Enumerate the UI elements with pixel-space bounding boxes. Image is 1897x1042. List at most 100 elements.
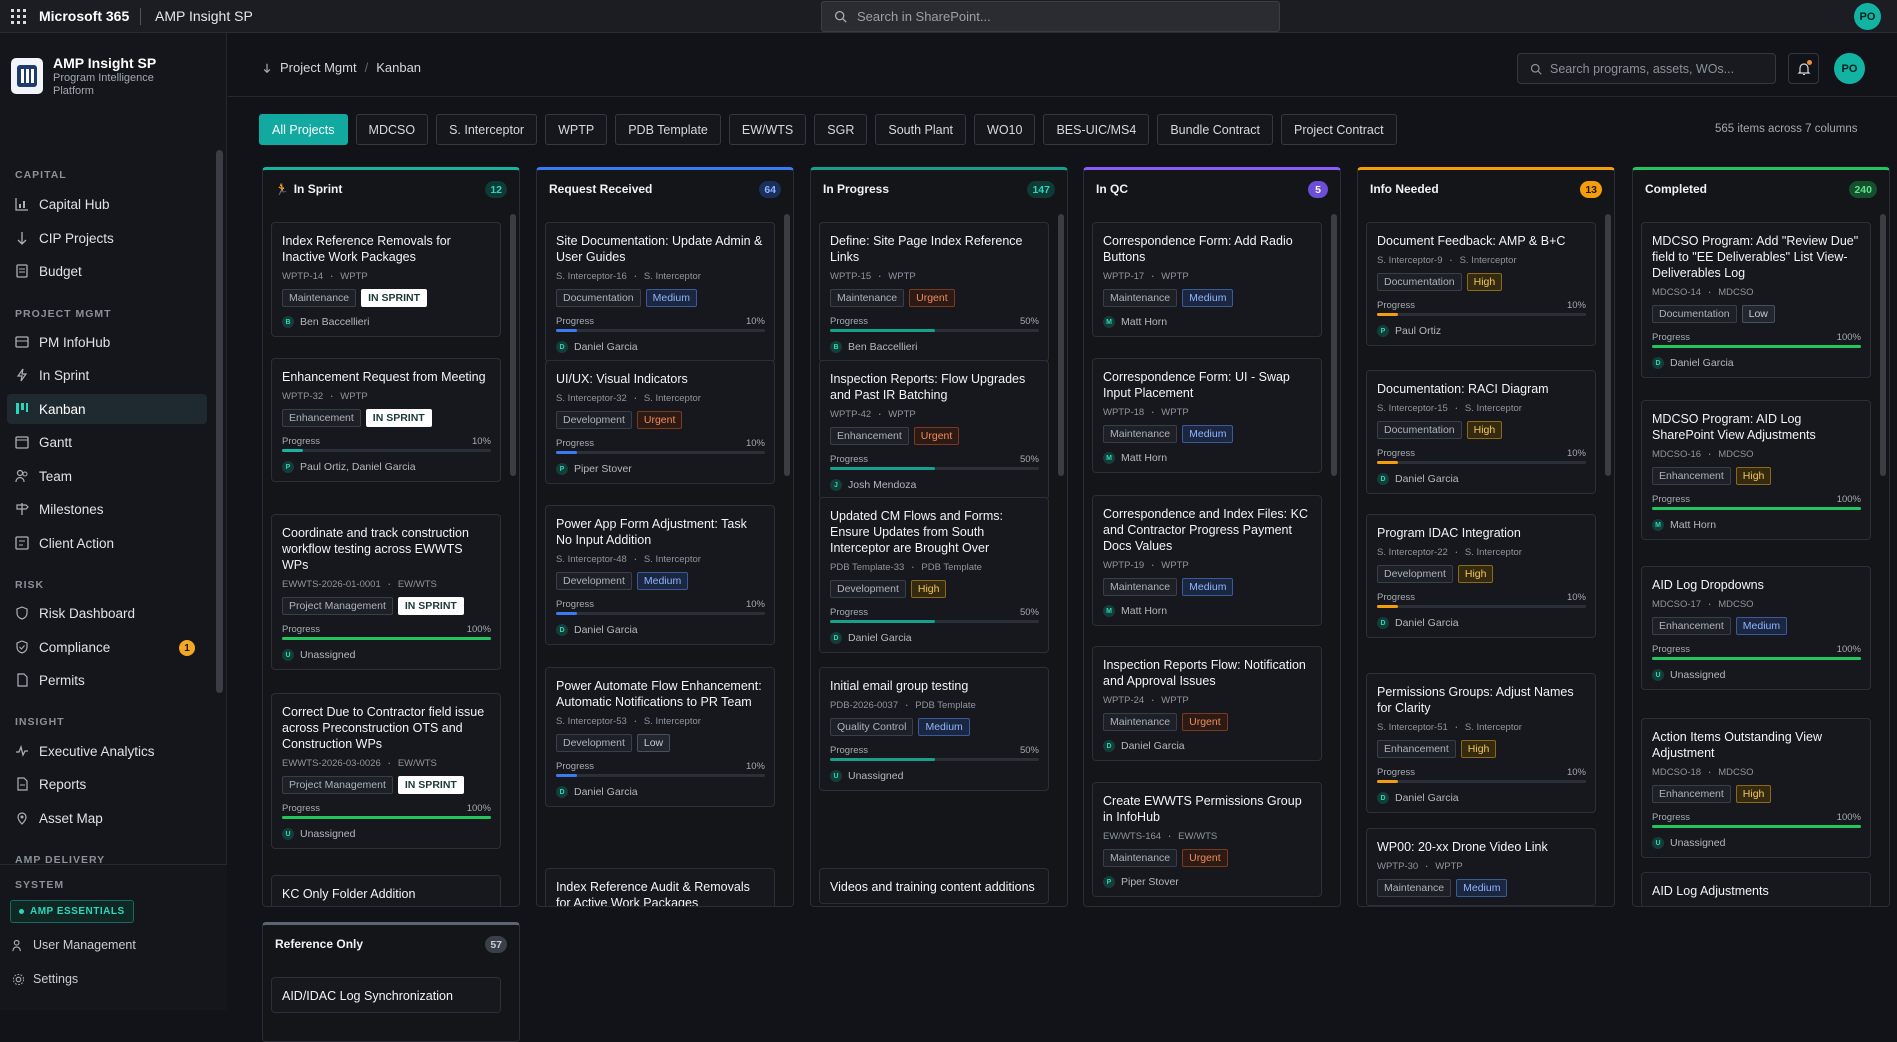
sidebar-item-team[interactable]: Team [7,461,207,491]
sidebar-item-gantt[interactable]: Gantt [7,427,207,457]
sidebar-item-reports[interactable]: Reports [7,769,207,799]
assignee-name: Piper Stover [1121,876,1179,888]
sidebar-item-compliance[interactable]: Compliance 1 [7,632,207,662]
priority-badge: Medium [918,718,970,736]
column-scrollbar[interactable] [1605,214,1611,476]
column-count-badge: 12 [485,181,507,198]
card-assignee: B Ben Baccellieri [830,341,1039,353]
filter-chip-project-contract[interactable]: Project Contract [1280,114,1397,145]
kanban-card[interactable]: Action Items Outstanding View Adjustment… [1641,718,1871,858]
kanban-card[interactable]: Permissions Groups: Adjust Names for Cla… [1366,673,1596,813]
avatar[interactable]: PO [1854,3,1881,30]
card-program: WPTP [888,409,916,420]
kanban-card[interactable]: Site Documentation: Update Admin & User … [545,222,775,362]
filter-chip-s-interceptor[interactable]: S. Interceptor [436,114,538,145]
kanban-card[interactable]: WP00: 20-xx Drone Video Link WPTP-30 · WP… [1366,828,1596,906]
kanban-card[interactable]: Power Automate Flow Enhancement: Automat… [545,667,775,807]
column-scrollbar[interactable] [510,214,516,476]
filter-chip-bundle-contract[interactable]: Bundle Contract [1157,114,1273,145]
sidebar-item-cip-projects[interactable]: CIP Projects [7,223,207,253]
sidebar-item-permits[interactable]: Permits [7,665,207,695]
kanban-card[interactable]: UI/UX: Visual Indicators S. Interceptor-3… [545,360,775,484]
kanban-card[interactable]: Coordinate and track construction workfl… [271,514,501,670]
global-search-input[interactable]: Search programs, assets, WOs... [1517,53,1776,84]
sidebar-item-risk-dashboard[interactable]: Risk Dashboard [7,598,207,628]
kanban-card[interactable]: Program IDAC Integration S. Interceptor-2… [1366,514,1596,638]
kanban-icon [16,403,28,414]
card-code: MDCSO-16 [1652,449,1702,460]
column-header: Reference Only 57 [263,925,519,963]
sidebar-item-capital-hub[interactable]: Capital Hub [7,189,207,219]
app-launcher-icon[interactable] [11,9,26,24]
kanban-card[interactable]: Power App Form Adjustment: Task No Input… [545,505,775,645]
card-tags: Development Urgent [556,411,765,429]
sidebar-item-executive-analytics[interactable]: Executive Analytics [7,736,207,766]
filter-chip-sgr[interactable]: SGR [814,114,868,145]
sidebar-item-kanban[interactable]: Kanban [7,394,207,424]
sharepoint-search-input[interactable]: Search in SharePoint... [821,1,1280,32]
filter-chip-south-plant[interactable]: South Plant [875,114,967,145]
sidebar-scrollbar[interactable] [216,150,223,693]
kanban-card[interactable]: Index Reference Audit & Removals for Act… [545,868,775,906]
sidebar-item-client-action[interactable]: Client Action [7,528,207,558]
kanban-card[interactable]: Index Reference Removals for Inactive Wo… [271,222,501,337]
progress-bar [282,637,491,640]
sidebar-item-asset-map[interactable]: Asset Map [7,803,207,833]
sidebar-item-user-management[interactable]: User Management [12,938,136,952]
kanban-card[interactable]: Correct Due to Contractor field issue ac… [271,693,501,849]
avatar[interactable]: PO [1834,53,1865,84]
kanban-card[interactable]: AID/IDAC Log Synchronization [271,977,501,1013]
arrow-down-icon [17,232,27,245]
kanban-card[interactable]: Correspondence Form: Add Radio Buttons WP… [1092,222,1322,337]
card-assignee: D Daniel Garcia [1103,740,1312,752]
kanban-card[interactable]: AID Log Adjustments [1641,872,1871,906]
card-assignee: D Daniel Garcia [1377,617,1586,629]
card-title: AID/IDAC Log Synchronization [282,989,453,1003]
kanban-card[interactable]: AID Log Dropdowns MDCSO-17 · MDCSO Enhance… [1641,566,1871,690]
filter-chip-pdb-template[interactable]: PDB Template [615,114,721,145]
shield-check-icon [16,640,28,654]
assignee-avatar: U [830,770,842,782]
kanban-card[interactable]: Inspection Reports: Flow Upgrades and Pa… [819,360,1049,500]
kanban-card[interactable]: Videos and training content additions [819,868,1049,904]
filter-chip-mdcso[interactable]: MDCSO [355,114,429,145]
column-scrollbar[interactable] [1331,214,1337,476]
kanban-card[interactable]: Define: Site Page Index Reference Links W… [819,222,1049,362]
column-scrollbar[interactable] [1058,214,1064,476]
kanban-card[interactable]: Correspondence and Index Files: KC and C… [1092,495,1322,626]
kanban-card[interactable]: Correspondence Form: UI - Swap Input Pla… [1092,358,1322,473]
kanban-card[interactable]: Inspection Reports Flow: Notification an… [1092,646,1322,761]
breadcrumb-item[interactable]: Project Mgmt [280,60,357,75]
sidebar-item-pm-infohub[interactable]: PM InfoHub [7,327,207,357]
app-title[interactable]: AMP Insight SP [155,8,253,24]
assignee-name: Daniel Garcia [574,624,638,636]
progress-fill [1377,313,1398,316]
sidebar-item-milestones[interactable]: Milestones [7,494,207,524]
filter-chip-ew-wts[interactable]: EW/WTS [728,114,807,145]
progress-label: Progress [1377,448,1416,459]
suite-title[interactable]: Microsoft 365 [39,8,129,24]
kanban-card[interactable]: Create EWWTS Permissions Group in InfoHu… [1092,782,1322,897]
filter-chip-all-projects[interactable]: All Projects [259,114,348,145]
card-program: S. Interceptor [1459,255,1517,266]
kanban-card[interactable]: MDCSO Program: Add "Review Due" field to… [1641,222,1871,378]
priority-badge: Urgent [913,427,960,445]
column-scrollbar[interactable] [784,214,790,476]
kanban-card[interactable]: Updated CM Flows and Forms: Ensure Updat… [819,497,1049,653]
sidebar-item-settings[interactable]: Settings [12,972,78,986]
filter-chip-bes-uic-ms4[interactable]: BES-UIC/MS4 [1043,114,1150,145]
filter-chip-wo10[interactable]: WO10 [974,114,1036,145]
column-scrollbar[interactable] [1880,214,1886,476]
kanban-card[interactable]: Enhancement Request from Meeting WPTP-32 … [271,358,501,482]
notifications-button[interactable] [1788,53,1819,84]
sidebar-item-in-sprint[interactable]: In Sprint [7,360,207,390]
sidebar-item-budget[interactable]: Budget [7,256,207,286]
kanban-card[interactable]: MDCSO Program: AID Log SharePoint View A… [1641,400,1871,540]
filter-chip-wptp[interactable]: WPTP [545,114,608,145]
card-tags: Maintenance Medium [1103,289,1312,307]
kanban-card[interactable]: Document Feedback: AMP & B+C S. Intercept… [1366,222,1596,346]
kanban-card[interactable]: Initial email group testing PDB-2026-0037… [819,667,1049,791]
kanban-card[interactable]: Documentation: RACI Diagram S. Intercepto… [1366,370,1596,494]
kanban-column-request-received: Request Received 64 Site Documentation: Up… [536,167,794,907]
kanban-card[interactable]: KC Only Folder Addition [271,875,501,906]
